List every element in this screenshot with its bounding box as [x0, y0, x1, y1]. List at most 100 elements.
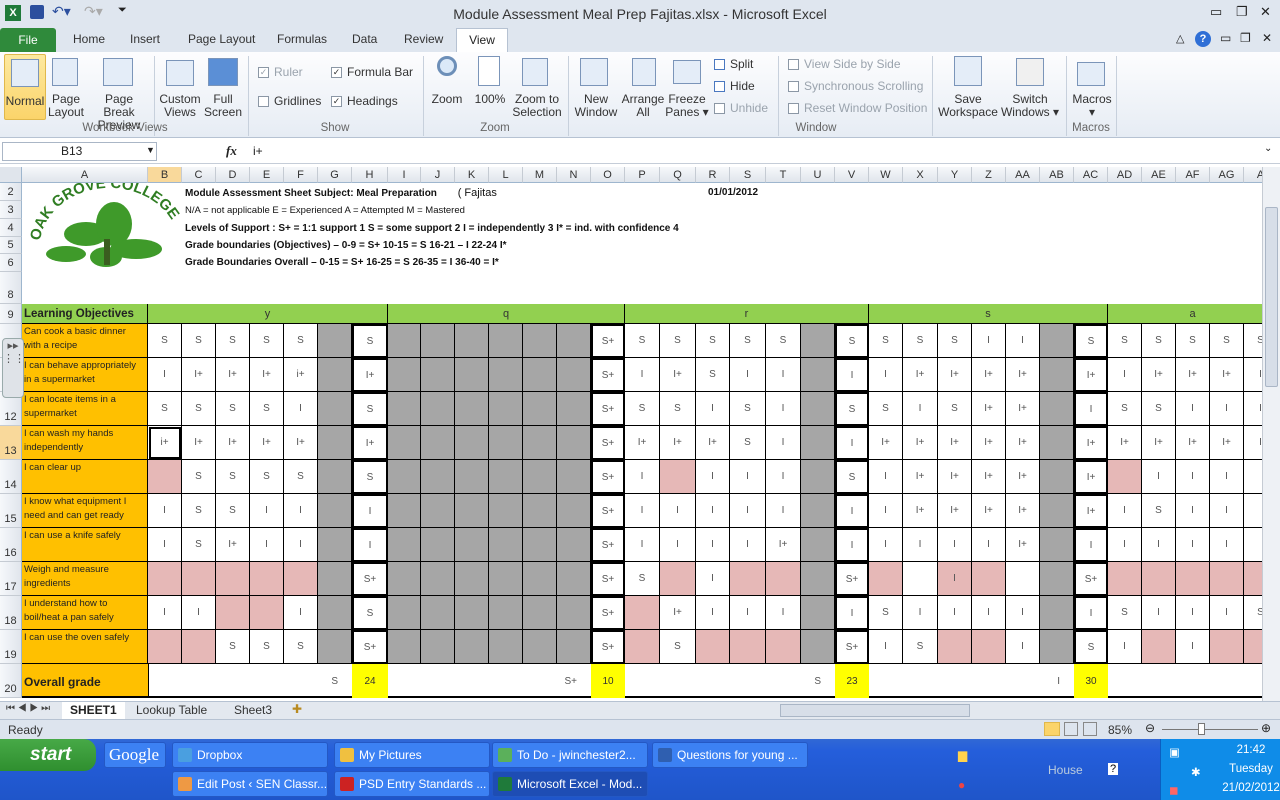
- grade-cell[interactable]: [318, 358, 352, 392]
- spreadsheet-grid[interactable]: OAK GROVE COLLEGE Module Assessment Shee…: [0, 167, 1262, 701]
- grade-cell[interactable]: I: [1176, 392, 1210, 426]
- grade-cell[interactable]: [523, 460, 557, 494]
- overall-grade[interactable]: I: [1040, 664, 1074, 698]
- headings-checkbox[interactable]: ✓ Headings: [331, 95, 398, 108]
- grade-cell[interactable]: [489, 392, 523, 426]
- grade-cell[interactable]: S+: [1074, 562, 1108, 596]
- grade-cell[interactable]: I: [1074, 392, 1108, 426]
- grade-cell[interactable]: I+: [1006, 392, 1040, 426]
- taskbar-button[interactable]: PSD Entry Standards ...: [334, 771, 490, 797]
- gridlines-checkbox[interactable]: Gridlines: [258, 95, 321, 108]
- grade-cell[interactable]: S: [216, 324, 250, 358]
- column-header-J[interactable]: J: [421, 167, 455, 183]
- sheet-tab-sheet3[interactable]: Sheet3: [234, 703, 272, 717]
- grade-cell[interactable]: [1040, 426, 1074, 460]
- floating-toolbar[interactable]: ▸▸ ⋮⋮: [2, 338, 25, 398]
- grade-cell[interactable]: S: [352, 596, 388, 630]
- grade-cell[interactable]: I+: [1176, 426, 1210, 460]
- grade-cell[interactable]: I: [352, 528, 388, 562]
- grade-cell[interactable]: [557, 392, 591, 426]
- grade-cell[interactable]: [388, 630, 421, 664]
- grade-cell[interactable]: I+: [182, 358, 216, 392]
- grade-cell[interactable]: I: [938, 596, 972, 630]
- grade-cell[interactable]: I+: [1074, 460, 1108, 494]
- tab-view[interactable]: View: [456, 28, 508, 53]
- normal-view-icon[interactable]: [1044, 722, 1060, 736]
- grade-cell[interactable]: [455, 596, 489, 630]
- grade-cell[interactable]: S: [625, 324, 660, 358]
- grade-cell[interactable]: I: [148, 494, 182, 528]
- grade-cell[interactable]: S: [182, 494, 216, 528]
- grade-cell[interactable]: [1142, 630, 1176, 664]
- grade-cell[interactable]: I: [1176, 460, 1210, 494]
- grade-cell[interactable]: S: [1142, 392, 1176, 426]
- overall-grade[interactable]: S: [801, 664, 835, 698]
- grade-cell[interactable]: [660, 460, 696, 494]
- column-header-Y[interactable]: Y: [938, 167, 972, 183]
- grade-cell[interactable]: [1040, 324, 1074, 358]
- row-header-3[interactable]: 3: [0, 201, 22, 219]
- grade-cell[interactable]: [1244, 494, 1262, 528]
- grade-cell[interactable]: I+: [938, 494, 972, 528]
- grade-cell[interactable]: S+: [591, 528, 625, 562]
- grade-cell[interactable]: [557, 426, 591, 460]
- grade-cell[interactable]: S: [869, 392, 903, 426]
- grade-cell[interactable]: I: [903, 528, 938, 562]
- grade-cell[interactable]: [972, 630, 1006, 664]
- grade-cell[interactable]: I+: [1006, 358, 1040, 392]
- grade-cell[interactable]: I: [1142, 528, 1176, 562]
- scroll-thumb[interactable]: [1265, 207, 1278, 387]
- sheet-nav-icons[interactable]: ⏮ ◀ ▶ ⏭: [6, 703, 50, 714]
- column-header-AG[interactable]: AG: [1210, 167, 1244, 183]
- taskbar-button[interactable]: Microsoft Excel - Mod...: [492, 771, 648, 797]
- column-header-A[interactable]: A: [1244, 167, 1262, 183]
- grade-cell[interactable]: S: [835, 392, 869, 426]
- expand-formula-bar-icon[interactable]: ⌄: [1264, 143, 1272, 154]
- grade-cell[interactable]: [1040, 528, 1074, 562]
- sheet-tab-sheet1[interactable]: SHEET1: [62, 702, 125, 719]
- taskbar-button[interactable]: My Pictures: [334, 742, 490, 768]
- grade-cell[interactable]: [489, 324, 523, 358]
- grade-cell[interactable]: I+: [352, 358, 388, 392]
- row-header-5[interactable]: 5: [0, 237, 22, 254]
- grade-cell[interactable]: I+: [182, 426, 216, 460]
- grade-cell[interactable]: S: [869, 324, 903, 358]
- grade-cell[interactable]: [318, 426, 352, 460]
- grade-cell[interactable]: [455, 460, 489, 494]
- grade-cell[interactable]: S+: [591, 392, 625, 426]
- grade-cell[interactable]: I: [1006, 630, 1040, 664]
- select-all-corner[interactable]: [0, 167, 22, 183]
- grade-cell[interactable]: S: [660, 324, 696, 358]
- grade-cell[interactable]: [388, 528, 421, 562]
- grade-cell[interactable]: I: [903, 392, 938, 426]
- grade-cell[interactable]: I: [730, 358, 766, 392]
- column-header-O[interactable]: O: [591, 167, 625, 183]
- grade-cell[interactable]: [489, 630, 523, 664]
- row-header-6[interactable]: 6: [0, 254, 22, 272]
- grade-cell[interactable]: I: [625, 460, 660, 494]
- grade-cell[interactable]: S: [696, 358, 730, 392]
- grade-cell[interactable]: I: [1244, 358, 1262, 392]
- grade-cell[interactable]: I: [835, 426, 869, 460]
- grade-cell[interactable]: I+: [660, 596, 696, 630]
- grade-cell[interactable]: I: [1142, 460, 1176, 494]
- column-header-AB[interactable]: AB: [1040, 167, 1074, 183]
- grade-cell[interactable]: S: [938, 392, 972, 426]
- grade-cell[interactable]: S: [835, 324, 869, 358]
- grade-cell[interactable]: [801, 358, 835, 392]
- grade-cell[interactable]: I+: [869, 426, 903, 460]
- grid-icon[interactable]: ⋮⋮: [3, 353, 25, 365]
- grade-cell[interactable]: I: [869, 528, 903, 562]
- grade-cell[interactable]: [421, 630, 455, 664]
- column-header-P[interactable]: P: [625, 167, 660, 183]
- grade-cell[interactable]: [1142, 562, 1176, 596]
- tab-file[interactable]: File: [0, 28, 56, 52]
- grade-cell[interactable]: S+: [352, 562, 388, 596]
- grade-cell[interactable]: I+: [1006, 494, 1040, 528]
- grade-cell[interactable]: I+: [903, 494, 938, 528]
- grade-cell[interactable]: S+: [591, 358, 625, 392]
- grade-cell[interactable]: I: [835, 494, 869, 528]
- grade-cell[interactable]: S+: [591, 426, 625, 460]
- grade-cell[interactable]: [523, 392, 557, 426]
- grade-cell[interactable]: I+: [938, 426, 972, 460]
